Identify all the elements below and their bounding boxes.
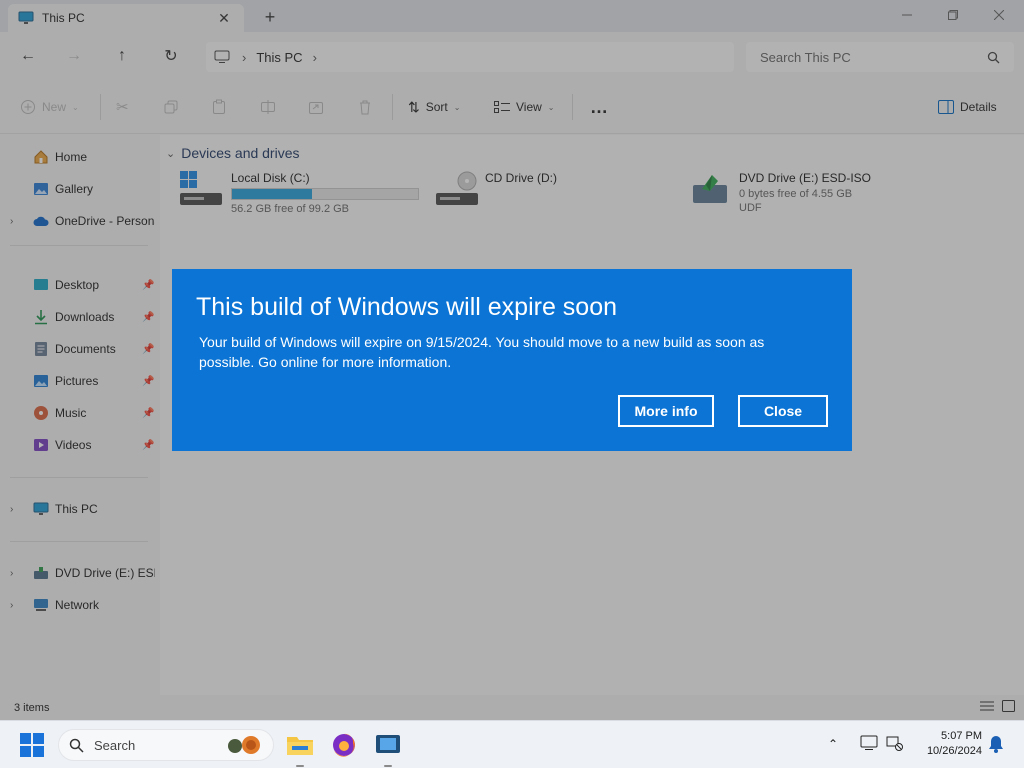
taskbar: Search ⌃ 5:07 PM 10/26/2024 [0,720,1024,768]
clock-time: 5:07 PM [941,730,982,742]
dialog-message: Your build of Windows will expire on 9/1… [199,334,765,370]
expiration-dialog: This build of Windows will expire soon Y… [172,269,852,451]
search-icon [69,738,84,753]
start-button[interactable] [20,733,44,757]
more-info-button[interactable]: More info [618,395,714,427]
clock-date: 10/26/2024 [926,745,982,757]
search-highlight-icon [225,734,263,756]
network-status-icon[interactable] [886,735,904,751]
display-icon[interactable] [860,735,878,751]
dialog-title: This build of Windows will expire soon [196,293,618,321]
running-indicator [296,765,304,767]
chevron-up-icon[interactable]: ⌃ [828,737,838,751]
taskbar-search-placeholder: Search [94,737,136,753]
system-clock[interactable]: 5:07 PM 10/26/2024 [912,729,982,759]
active-window-taskbar-icon[interactable] [372,729,404,767]
file-explorer-taskbar-icon[interactable] [284,729,316,767]
close-dialog-button[interactable]: Close [738,395,828,427]
taskbar-search[interactable]: Search [58,729,274,761]
notification-bell-icon[interactable] [988,735,1004,753]
running-indicator [384,765,392,767]
firefox-taskbar-icon[interactable] [328,729,360,761]
